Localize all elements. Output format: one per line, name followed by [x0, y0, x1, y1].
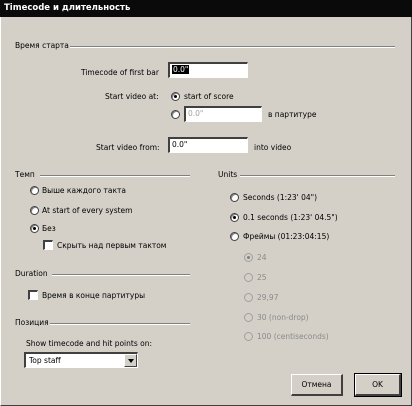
frame-rate-label: 30 (non-drop): [257, 313, 309, 322]
end-of-score-checkbox[interactable]: [28, 290, 38, 300]
tempo-option-label: At start of every system: [42, 206, 133, 215]
start-video-from-field[interactable]: 0.0": [168, 137, 248, 153]
frame-rate-label: 24: [257, 253, 267, 262]
timecode-value: 0.0": [172, 65, 190, 74]
units-option-label: Фреймы (01:23:04:15): [243, 232, 330, 241]
units-tenth-seconds-radio[interactable]: [230, 213, 239, 222]
start-video-from-label: Start video from:: [96, 143, 160, 152]
units-option-label: Seconds (1:23' 04"): [243, 193, 318, 202]
in-score-label: в партитуре: [268, 110, 317, 119]
tempo-option-label: Без: [42, 224, 56, 233]
tempo-start-of-system-radio[interactable]: [30, 206, 39, 215]
start-of-score-radio[interactable]: [171, 92, 180, 101]
units-seconds-radio[interactable]: [230, 193, 239, 202]
duration-group-title: Duration: [15, 269, 48, 278]
position-group-divider: [50, 323, 190, 325]
frame-rate-100-radio[interactable]: [244, 332, 253, 341]
in-score-field[interactable]: 0.0": [184, 106, 262, 122]
cancel-button[interactable]: Отмена: [291, 374, 343, 396]
duration-group-divider: [52, 274, 190, 276]
staff-dropdown[interactable]: Top staff: [24, 352, 138, 368]
ok-button[interactable]: OK: [354, 373, 402, 397]
frame-rate-30-radio[interactable]: [244, 313, 253, 322]
tempo-group-title: Темп: [15, 170, 35, 179]
units-group-divider: [240, 175, 395, 177]
hide-first-bar-checkbox[interactable]: [43, 240, 53, 250]
position-group-title: Позиция: [15, 318, 49, 327]
staff-dropdown-value: Top staff: [29, 356, 61, 365]
units-option-label: 0.1 seconds (1:23' 04.5"): [243, 213, 338, 222]
tempo-group-divider: [40, 175, 190, 177]
units-group-title: Units: [218, 170, 238, 179]
frame-rate-label: 100 (centiseconds): [257, 332, 329, 341]
units-frames-radio[interactable]: [230, 232, 239, 241]
start-group-divider: [70, 46, 395, 48]
frame-rate-24-radio[interactable]: [244, 253, 253, 262]
tempo-none-radio[interactable]: [30, 224, 39, 233]
window-title: Timecode и длительность: [0, 0, 412, 17]
frame-rate-25-radio[interactable]: [244, 273, 253, 282]
timecode-label: Timecode of first bar: [81, 68, 159, 77]
end-of-score-label: Время в конце партитуры: [42, 291, 145, 300]
tempo-option-label: Выше каждого такта: [42, 186, 126, 195]
frame-rate-label: 29,97: [257, 293, 279, 302]
start-group-title: Время старта: [15, 41, 69, 50]
in-score-radio[interactable]: [171, 110, 180, 119]
tempo-above-each-bar-radio[interactable]: [30, 186, 39, 195]
start-of-score-label: start of score: [184, 92, 234, 101]
timecode-field[interactable]: 0.0": [168, 62, 248, 78]
into-video-label: into video: [254, 143, 292, 152]
frame-rate-2997-radio[interactable]: [244, 293, 253, 302]
start-video-label: Start video at:: [105, 92, 159, 101]
chevron-down-icon[interactable]: [124, 354, 137, 367]
show-timecode-label: Show timecode and hit points on:: [26, 339, 152, 348]
frame-rate-label: 25: [257, 273, 267, 282]
hide-first-bar-label: Скрыть над первым тактом: [57, 241, 167, 250]
